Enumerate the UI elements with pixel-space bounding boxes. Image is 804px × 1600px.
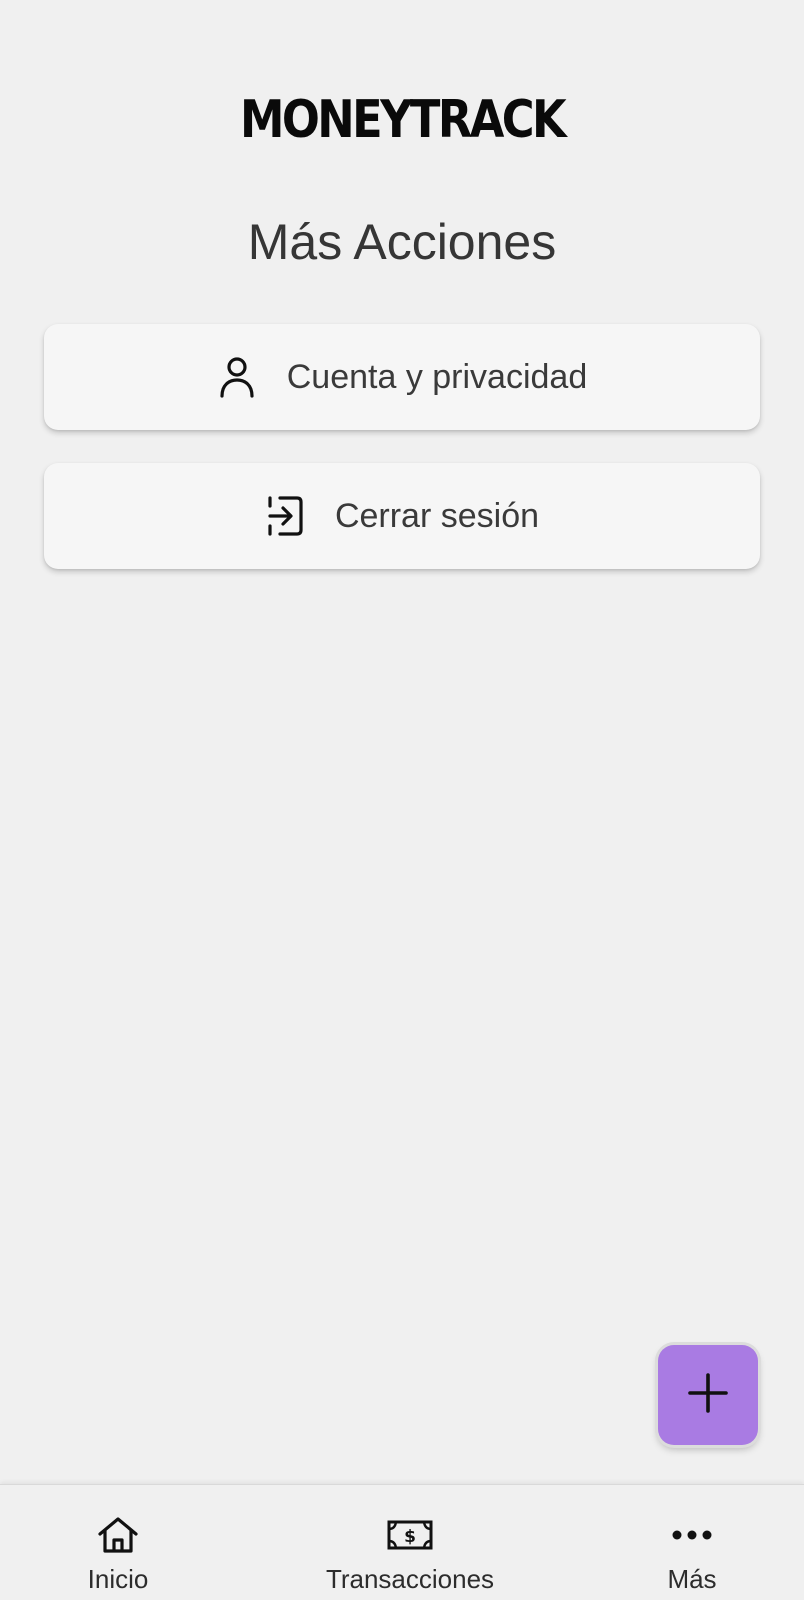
nav-item-transacciones[interactable]: $ Transacciones xyxy=(300,1485,520,1600)
logout-label: Cerrar sesión xyxy=(334,497,540,535)
account-privacy-label: Cuenta y privacidad xyxy=(286,358,588,396)
logout-icon xyxy=(265,494,305,538)
home-icon xyxy=(97,1513,139,1557)
more-actions-screen: MONEYTRACK Más Acciones Cuenta y privaci… xyxy=(0,0,804,1600)
app-logo: MONEYTRACK xyxy=(239,90,567,150)
more-dots-icon xyxy=(671,1513,713,1557)
svg-text:$: $ xyxy=(404,1527,416,1547)
page-title: Más Acciones xyxy=(247,214,557,270)
nav-label-inicio: Inicio xyxy=(87,1564,149,1594)
bottom-navigation: Inicio $ Transacciones Más xyxy=(0,1484,804,1600)
nav-label-mas: Más xyxy=(667,1564,717,1594)
logout-button[interactable]: Cerrar sesión xyxy=(44,463,760,569)
nav-label-transacciones: Transacciones xyxy=(325,1564,495,1594)
add-transaction-button[interactable] xyxy=(658,1345,758,1445)
plus-icon xyxy=(688,1372,728,1418)
nav-item-mas[interactable]: Más xyxy=(632,1485,752,1600)
banknote-icon: $ xyxy=(387,1513,433,1557)
account-privacy-button[interactable]: Cuenta y privacidad xyxy=(44,324,760,430)
nav-item-inicio[interactable]: Inicio xyxy=(58,1485,178,1600)
user-icon xyxy=(217,355,257,399)
